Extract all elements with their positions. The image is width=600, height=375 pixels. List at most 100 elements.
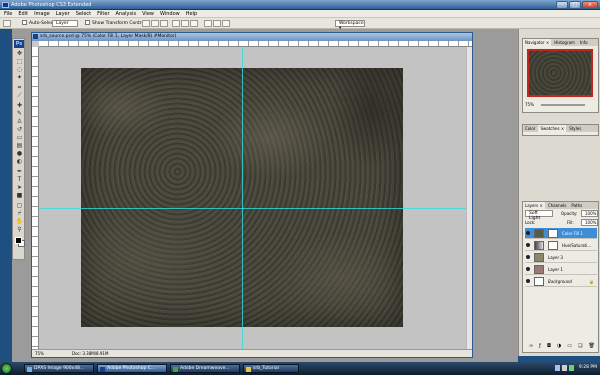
crop-tool-icon[interactable]: ⌗: [15, 85, 24, 91]
delete-layer-icon[interactable]: 🗑: [589, 343, 595, 352]
align-middle-icon[interactable]: [151, 20, 159, 27]
layer-mask-thumbnail[interactable]: [548, 241, 558, 250]
zoom-level[interactable]: 75%: [35, 351, 44, 356]
layer-row-hue-saturation[interactable]: Hue/Saturati...: [525, 240, 597, 251]
tab-layers[interactable]: Layers ×: [523, 202, 545, 209]
layer-row-layer-3[interactable]: Layer 3: [525, 252, 597, 263]
navigator-zoom-slider[interactable]: [541, 104, 585, 106]
gradient-tool-icon[interactable]: ▤: [15, 143, 24, 149]
tray-app-icon[interactable]: [569, 365, 574, 371]
volume-icon[interactable]: [562, 365, 567, 371]
system-clock[interactable]: 9:28 PM: [579, 365, 597, 370]
tab-swatches[interactable]: Swatches ×: [538, 125, 567, 132]
tab-navigator[interactable]: Navigator ×: [523, 39, 552, 46]
tab-paths[interactable]: Paths: [569, 202, 585, 209]
eye-icon[interactable]: [526, 267, 530, 271]
align-center-icon[interactable]: [181, 20, 189, 27]
layer-style-icon[interactable]: ƒ: [539, 343, 541, 352]
distribute-3-icon[interactable]: [222, 20, 230, 27]
tab-color[interactable]: Color: [523, 125, 538, 132]
menu-select[interactable]: Select: [76, 11, 91, 17]
align-left-icon[interactable]: [172, 20, 180, 27]
add-mask-icon[interactable]: ◘: [547, 343, 551, 352]
layer-row-layer-1[interactable]: Layer 1: [525, 264, 597, 275]
vertical-scrollbar[interactable]: [466, 47, 472, 349]
transform-controls-checkbox[interactable]: Show Transform Controls: [85, 20, 148, 26]
vertical-ruler[interactable]: [32, 47, 39, 349]
align-right-icon[interactable]: [190, 20, 198, 27]
close-button[interactable]: ×: [582, 1, 598, 9]
eye-icon[interactable]: [526, 231, 530, 235]
slice-tool-icon[interactable]: ⟋: [15, 93, 24, 99]
canvas-area[interactable]: [39, 47, 472, 349]
taskbar-item-dreamweaver[interactable]: Adobe Dreamweave...: [170, 364, 240, 373]
transform-controls-label: Show Transform Controls: [92, 21, 148, 26]
menu-help[interactable]: Help: [186, 11, 197, 17]
marquee-tool-icon[interactable]: ⬚: [15, 59, 24, 65]
foreground-color-swatch[interactable]: [15, 237, 22, 244]
eraser-tool-icon[interactable]: ▭: [15, 135, 24, 141]
new-layer-icon[interactable]: ❏: [578, 343, 582, 352]
dodge-tool-icon[interactable]: ◐: [15, 159, 24, 165]
layer-mask-thumbnail[interactable]: [548, 229, 558, 238]
pen-tool-icon[interactable]: ✒: [15, 169, 24, 175]
brush-tool-icon[interactable]: ✎: [15, 111, 24, 117]
history-brush-tool-icon[interactable]: ↺: [15, 127, 24, 133]
menu-layer[interactable]: Layer: [56, 11, 70, 17]
navigator-thumbnail[interactable]: [525, 48, 595, 100]
eye-icon[interactable]: [526, 255, 530, 259]
vertical-guide[interactable]: [242, 47, 243, 349]
adjustment-layer-button-icon[interactable]: ◑: [557, 343, 561, 352]
layer-row-color-fill[interactable]: Color Fill 1: [525, 228, 597, 239]
tab-info[interactable]: Info: [577, 39, 590, 46]
hand-tool-icon[interactable]: ✋: [15, 219, 24, 225]
menu-window[interactable]: Window: [160, 11, 180, 17]
zoom-tool-icon[interactable]: ⚲: [15, 227, 24, 233]
tab-styles[interactable]: Styles: [567, 125, 584, 132]
menu-image[interactable]: Image: [34, 11, 50, 17]
menu-edit[interactable]: Edit: [18, 11, 28, 17]
auto-select-dropdown[interactable]: Layer: [52, 20, 78, 27]
menu-analysis[interactable]: Analysis: [116, 11, 137, 17]
distribute-2-icon[interactable]: [213, 20, 221, 27]
align-top-icon[interactable]: [142, 20, 150, 27]
link-layers-icon[interactable]: ∞: [529, 343, 533, 352]
tab-channels[interactable]: Channels: [545, 202, 569, 209]
taskbar-item-image[interactable]: DPXS Image 900x48...: [24, 364, 94, 373]
shape-tool-icon[interactable]: ■: [15, 193, 24, 199]
network-icon[interactable]: [555, 365, 560, 371]
path-selection-tool-icon[interactable]: ➤: [15, 185, 24, 191]
eye-icon[interactable]: [526, 279, 530, 283]
lasso-tool-icon[interactable]: ◌: [15, 67, 24, 73]
taskbar-item-photoshop[interactable]: Adobe Photoshop C...: [97, 364, 167, 373]
blend-mode-select[interactable]: Soft Light: [525, 210, 553, 221]
maximize-button[interactable]: □: [569, 1, 581, 9]
taskbar-item-tutorial-folder[interactable]: srb_Tutorial: [243, 364, 299, 373]
healing-brush-tool-icon[interactable]: ✚: [15, 103, 24, 109]
workspace-dropdown[interactable]: Workspace ▾: [335, 20, 365, 31]
move-tool-preset-icon[interactable]: [3, 20, 11, 27]
new-group-icon[interactable]: ▭: [567, 343, 572, 352]
menu-filter[interactable]: Filter: [97, 11, 109, 17]
minimize-button[interactable]: –: [556, 1, 568, 9]
fill-input[interactable]: 100%: [581, 219, 598, 226]
opacity-input[interactable]: 100%: [581, 210, 598, 217]
eye-icon[interactable]: [526, 243, 530, 247]
distribute-icon[interactable]: [204, 20, 212, 27]
horizontal-guide[interactable]: [39, 208, 472, 209]
navigator-view-box[interactable]: [527, 49, 593, 97]
notes-tool-icon[interactable]: ▢: [15, 203, 24, 209]
blur-tool-icon[interactable]: ●: [15, 151, 24, 157]
menu-view[interactable]: View: [142, 11, 154, 17]
eyedropper-tool-icon[interactable]: ⌿: [15, 211, 24, 217]
clone-stamp-tool-icon[interactable]: ♙: [15, 119, 24, 125]
magic-wand-tool-icon[interactable]: ✦: [15, 75, 24, 81]
align-bottom-icon[interactable]: [160, 20, 168, 27]
type-tool-icon[interactable]: T: [15, 177, 24, 183]
tab-histogram[interactable]: Histogram: [552, 39, 577, 46]
move-tool-icon[interactable]: ✥: [15, 51, 24, 57]
layer-row-background[interactable]: Background 🔒: [525, 276, 597, 287]
menu-file[interactable]: File: [4, 11, 12, 17]
navigator-zoom-value[interactable]: 75%: [525, 102, 534, 107]
start-button[interactable]: [1, 363, 12, 374]
